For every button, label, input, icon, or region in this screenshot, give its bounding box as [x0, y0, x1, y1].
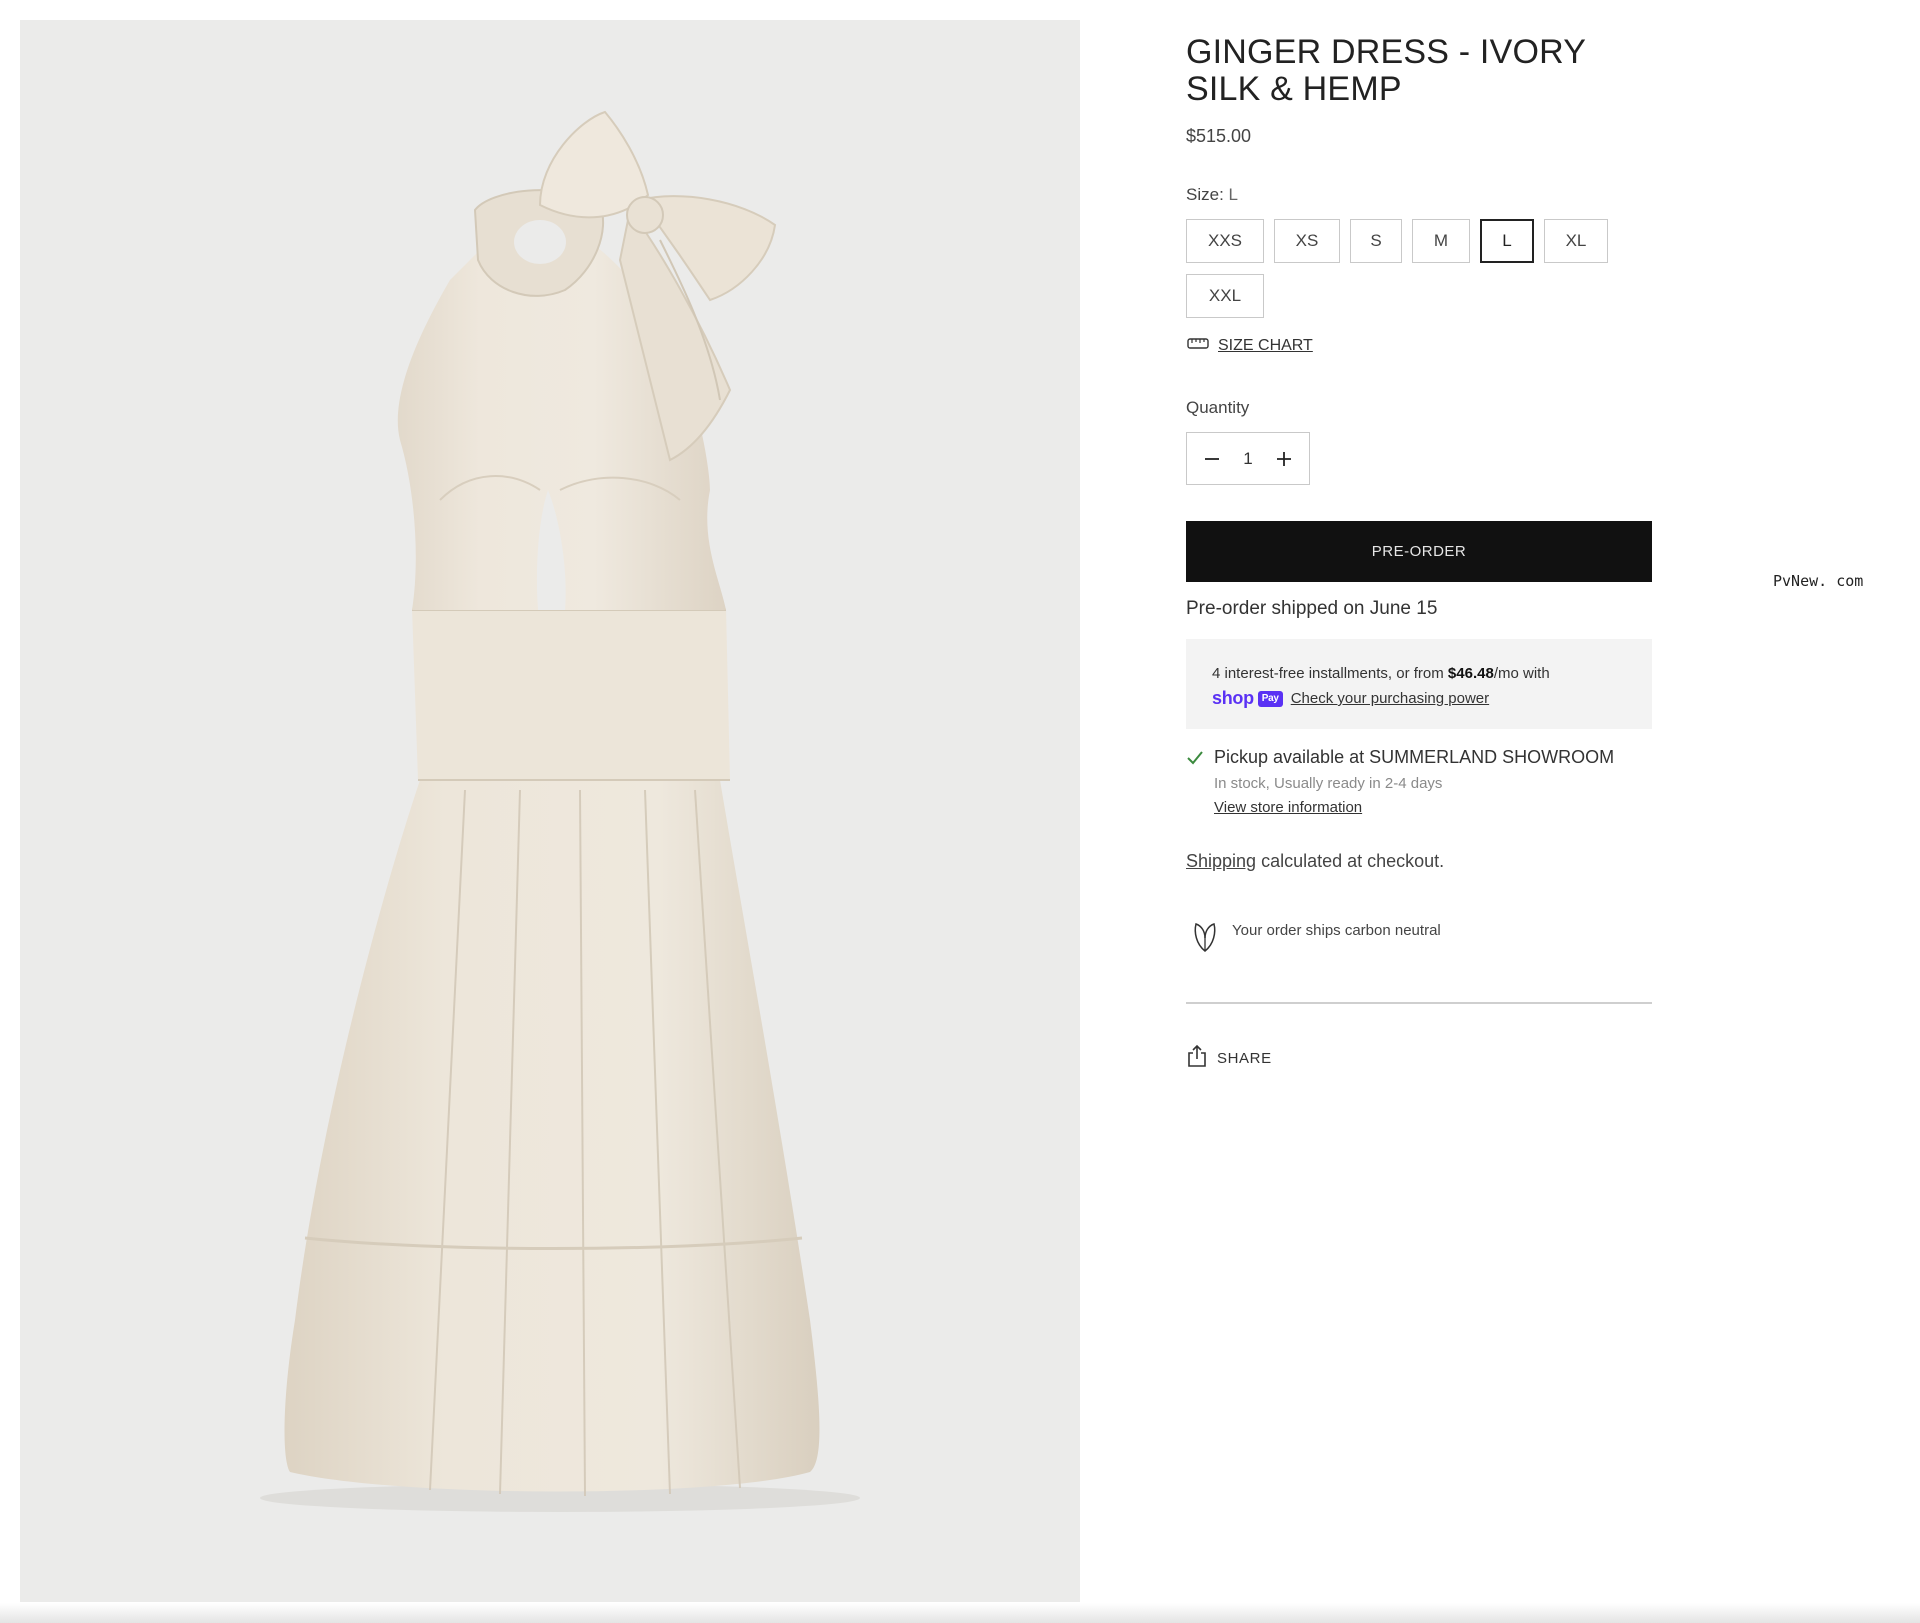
ruler-icon	[1186, 335, 1210, 356]
bottom-shade	[0, 1603, 1920, 1623]
quantity-label: Quantity	[1186, 398, 1250, 417]
shipping-text: calculated at checkout.	[1256, 851, 1445, 871]
shop-pay-installments: 4 interest-free installments, or from $4…	[1186, 639, 1652, 729]
shop-pay-logo-word: shop	[1212, 688, 1254, 708]
minus-icon	[1205, 457, 1219, 460]
product-title: GINGER DRESS - IVORY SILK & HEMP	[1186, 33, 1586, 108]
quantity-input[interactable]	[1231, 447, 1265, 470]
leaf-icon	[1192, 920, 1218, 958]
size-option-s[interactable]: S	[1350, 219, 1402, 263]
dress-illustration	[260, 110, 860, 1512]
size-options: XXS XS S M L XL XXL	[1186, 219, 1652, 329]
selected-size-value: L	[1228, 185, 1238, 204]
shipping-calculation-note: Shipping calculated at checkout.	[1186, 851, 1652, 872]
size-chart-label: SIZE CHART	[1218, 336, 1313, 354]
view-store-information-link[interactable]: View store information	[1214, 799, 1614, 816]
product-info: GINGER DRESS - IVORY SILK & HEMP $515.00…	[1186, 30, 1652, 1072]
shipping-link[interactable]: Shipping	[1186, 851, 1256, 871]
check-purchasing-power-link[interactable]: Check your purchasing power	[1291, 686, 1489, 711]
quantity-decrease-button[interactable]	[1199, 446, 1225, 472]
size-option-xs[interactable]: XS	[1274, 219, 1340, 263]
product-image[interactable]	[20, 20, 1080, 1602]
divider	[1186, 1002, 1652, 1004]
shop-pay-logo-badge: Pay	[1257, 690, 1283, 707]
size-label: Size: L	[1186, 185, 1652, 205]
share-button[interactable]: SHARE	[1186, 1044, 1652, 1072]
preorder-button[interactable]: PRE-ORDER	[1186, 521, 1652, 582]
size-chart-link[interactable]: SIZE CHART	[1186, 335, 1652, 356]
pickup-location-text: Pickup available at SUMMERLAND SHOWROOM	[1214, 747, 1615, 767]
plus-icon	[1277, 451, 1291, 466]
watermark-text: PvNew. com	[1773, 572, 1864, 590]
pickup-availability: Pickup available at SUMMERLAND SHOWROOM …	[1186, 747, 1652, 816]
share-icon	[1186, 1044, 1208, 1072]
pickup-stock-text: In stock, Usually ready in 2-4 days	[1214, 775, 1443, 792]
size-label-text: Size:	[1186, 185, 1224, 204]
checkmark-icon	[1186, 747, 1214, 816]
shop-pay-logo: shop Pay	[1212, 686, 1283, 711]
quantity-increase-button[interactable]	[1271, 446, 1297, 472]
share-label: SHARE	[1217, 1049, 1272, 1067]
size-option-xxs[interactable]: XXS	[1186, 219, 1264, 263]
size-option-m[interactable]: M	[1412, 219, 1470, 263]
size-option-xxl[interactable]: XXL	[1186, 274, 1264, 318]
shop-pay-text: 4 interest-free installments, or from $4…	[1212, 661, 1632, 686]
size-option-l[interactable]: L	[1480, 219, 1534, 263]
carbon-neutral-note: Your order ships carbon neutral	[1186, 920, 1652, 958]
shop-pay-text-after: /mo with	[1493, 665, 1550, 682]
shop-pay-text-before: 4 interest-free installments, or from	[1212, 665, 1448, 682]
product-price: $515.00	[1186, 126, 1252, 146]
carbon-neutral-text: Your order ships carbon neutral	[1232, 922, 1441, 939]
product-page: GINGER DRESS - IVORY SILK & HEMP $515.00…	[0, 0, 1920, 1623]
quantity-stepper	[1186, 432, 1310, 485]
size-option-xl[interactable]: XL	[1544, 219, 1608, 263]
shop-pay-amount: $46.48	[1447, 665, 1494, 682]
preorder-shipping-note: Pre-order shipped on June 15	[1186, 598, 1438, 619]
